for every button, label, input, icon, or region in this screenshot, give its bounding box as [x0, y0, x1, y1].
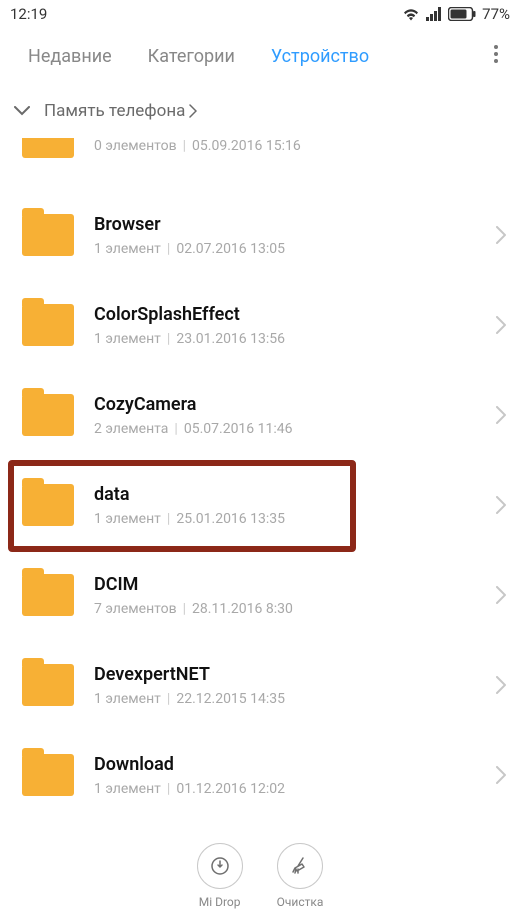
folder-icon — [22, 664, 74, 706]
chevron-right-icon — [496, 766, 506, 784]
folder-name: DevexpertNET — [94, 664, 496, 685]
broom-icon — [277, 843, 323, 889]
folder-info: 0 элементов|05.09.2016 15:16 — [94, 138, 506, 154]
chevron-down-icon — [14, 106, 30, 116]
status-icons: 77% — [402, 5, 510, 23]
folder-meta: 1 элемент|23.01.2016 13:56 — [94, 331, 496, 347]
folder-icon — [22, 138, 74, 158]
tab-categories[interactable]: Категории — [130, 28, 253, 84]
folder-icon — [22, 754, 74, 796]
folder-info: ColorSplashEffect 1 элемент|23.01.2016 1… — [94, 304, 496, 347]
folder-info: Browser 1 элемент|02.07.2016 13:05 — [94, 214, 496, 257]
battery-icon — [448, 7, 476, 21]
battery-percent: 77% — [482, 5, 510, 23]
folder-meta: 1 элемент|02.07.2016 13:05 — [94, 241, 496, 257]
folder-meta: 7 элементов|28.11.2016 8:30 — [94, 601, 496, 617]
chevron-right-icon — [496, 406, 506, 424]
folder-list: 0 элементов|05.09.2016 15:16 Browser 1 э… — [0, 138, 520, 820]
folder-icon — [22, 214, 74, 256]
folder-name: CozyCamera — [94, 394, 496, 415]
folder-row[interactable]: DCIM 7 элементов|28.11.2016 8:30 — [0, 550, 520, 640]
folder-info: DevexpertNET 1 элемент|22.12.2015 14:35 — [94, 664, 496, 707]
more-menu-button[interactable] — [482, 45, 510, 67]
folder-meta: 2 элемента|05.07.2016 11:46 — [94, 421, 496, 437]
chevron-right-icon — [496, 676, 506, 694]
folder-meta: 1 элемент|22.12.2015 14:35 — [94, 691, 496, 707]
folder-meta: 1 элемент|25.01.2016 13:35 — [94, 511, 496, 527]
chevron-right-icon — [189, 104, 197, 118]
midrop-action[interactable]: Mi Drop — [197, 843, 243, 909]
status-bar: 12:19 77% — [0, 0, 520, 28]
folder-icon — [22, 574, 74, 616]
chevron-right-icon — [496, 316, 506, 334]
wifi-icon — [402, 7, 420, 21]
signal-icon — [426, 7, 442, 21]
folder-row[interactable]: CozyCamera 2 элемента|05.07.2016 11:46 — [0, 370, 520, 460]
folder-row[interactable]: Download 1 элемент|01.12.2016 12:02 — [0, 730, 520, 820]
folder-row[interactable]: 0 элементов|05.09.2016 15:16 — [0, 138, 520, 190]
tab-device[interactable]: Устройство — [253, 28, 387, 84]
clean-action[interactable]: Очистка — [277, 843, 324, 909]
folder-name: DCIM — [94, 574, 496, 595]
folder-row[interactable]: data 1 элемент|25.01.2016 13:35 — [0, 460, 520, 550]
chevron-right-icon — [496, 586, 506, 604]
folder-info: DCIM 7 элементов|28.11.2016 8:30 — [94, 574, 496, 617]
folder-meta: 0 элементов|05.09.2016 15:16 — [94, 138, 506, 154]
tab-recent[interactable]: Недавние — [10, 28, 130, 84]
tab-bar: Недавние Категории Устройство — [0, 28, 520, 84]
breadcrumb-label: Память телефона — [44, 101, 197, 121]
folder-info: CozyCamera 2 элемента|05.07.2016 11:46 — [94, 394, 496, 437]
chevron-right-icon — [496, 226, 506, 244]
folder-info: Download 1 элемент|01.12.2016 12:02 — [94, 754, 496, 797]
folder-icon — [22, 484, 74, 526]
clean-label: Очистка — [277, 895, 324, 909]
folder-icon — [22, 394, 74, 436]
folder-row[interactable]: Browser 1 элемент|02.07.2016 13:05 — [0, 190, 520, 280]
folder-name: Browser — [94, 214, 496, 235]
folder-meta: 1 элемент|01.12.2016 12:02 — [94, 781, 496, 797]
folder-info: data 1 элемент|25.01.2016 13:35 — [94, 484, 496, 527]
chevron-right-icon — [496, 496, 506, 514]
folder-row[interactable]: DevexpertNET 1 элемент|22.12.2015 14:35 — [0, 640, 520, 730]
folder-name: Download — [94, 754, 496, 775]
bottom-action-bar: Mi Drop Очистка — [0, 828, 520, 924]
folder-name: data — [94, 484, 496, 505]
folder-name: ColorSplashEffect — [94, 304, 496, 325]
folder-icon — [22, 304, 74, 346]
more-vertical-icon — [494, 45, 498, 63]
midrop-label: Mi Drop — [199, 895, 241, 909]
breadcrumb[interactable]: Память телефона — [0, 84, 520, 138]
status-time: 12:19 — [10, 5, 47, 23]
midrop-icon — [197, 843, 243, 889]
folder-row[interactable]: ColorSplashEffect 1 элемент|23.01.2016 1… — [0, 280, 520, 370]
